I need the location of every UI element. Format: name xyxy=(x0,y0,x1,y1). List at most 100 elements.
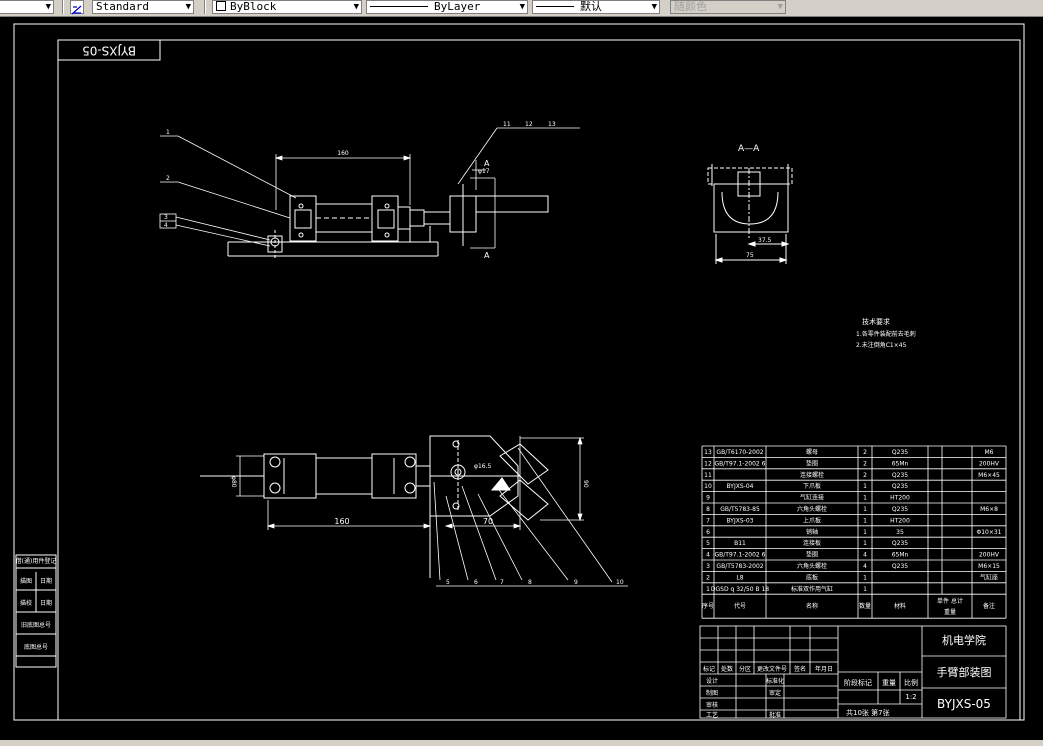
tb-label: 批准 xyxy=(769,711,781,719)
bom-cell: BYJXS-04 xyxy=(727,483,754,490)
bom-cell: 销轴 xyxy=(806,528,818,536)
bom-cell: 12 xyxy=(704,460,712,467)
bom-cell: M6 xyxy=(985,449,994,456)
dim-text-top-detail: φ17 xyxy=(478,168,490,175)
bom-cell: HT200 xyxy=(890,495,910,502)
bom-cell: 200HV xyxy=(979,552,1000,559)
tech-req-title: 技术要求 xyxy=(862,317,890,326)
bom-cell: 下爪板 xyxy=(803,482,821,490)
bom-cell: 1 xyxy=(706,586,710,593)
toolbar-separator xyxy=(204,0,206,14)
dimension-style-icon[interactable] xyxy=(70,0,84,15)
balloon-label: 4 xyxy=(164,222,168,229)
balloon-label: 1 xyxy=(166,129,170,136)
bom-cell: 气缸连接 xyxy=(800,494,824,502)
strip-label: 日期 xyxy=(40,599,52,607)
tb-label: 审核 xyxy=(706,701,718,709)
bom-cell: DGSD q 32/50 B 18 xyxy=(711,586,769,593)
section-mark-text: A xyxy=(484,251,490,260)
section-view-aa xyxy=(707,164,793,264)
bom-text: 13 GB/T6170-2002 螺母 2 Q235 M612 GB/T97.1-2002 … xyxy=(702,448,1002,616)
bom-cell: BYJXS-03 xyxy=(727,517,754,524)
tb-label: 分区 xyxy=(739,665,751,673)
balloon-label: 2 xyxy=(166,175,170,182)
tech-req-line: 1.各零件装配前去毛刺 xyxy=(856,330,916,338)
bom-cell: 1 xyxy=(863,517,867,524)
bom-cell: 65Mn xyxy=(892,460,909,467)
text-style-value: Standard xyxy=(96,0,149,13)
balloon-label: 6 xyxy=(474,579,478,586)
bom-cell: Q235 xyxy=(892,449,908,456)
tb-label: 标准化 xyxy=(766,677,784,685)
tb-label: 标记 xyxy=(703,665,715,673)
dim-text-top-len: 160 xyxy=(337,150,349,157)
balloon-label: 12 xyxy=(525,121,533,128)
drawing-name: 手臂部装图 xyxy=(937,665,992,679)
bom-cell: M6×15 xyxy=(978,563,1000,570)
top-view-assembly xyxy=(200,435,549,578)
bom-header: 数量 xyxy=(859,602,871,610)
drawing-code: BYJXS-05 xyxy=(937,697,991,711)
bom-cell: 4 xyxy=(863,552,867,559)
tb-label: 设计 xyxy=(706,677,718,685)
bom-cell: 3 xyxy=(706,563,710,570)
top-view-balloons: 5 6 7 8 9 10 xyxy=(446,579,624,586)
balloon-label: 11 xyxy=(503,121,511,128)
bom-cell: 垫圈 xyxy=(806,459,818,467)
bom-cell: 11 xyxy=(704,472,712,479)
bom-cell: 1 xyxy=(863,574,867,581)
bom-cell: 6 xyxy=(706,529,710,536)
dim-text-bot-len: 160 xyxy=(334,517,349,526)
plot-style-dropdown[interactable]: 随颜色 ▼ xyxy=(670,0,786,14)
bom-cell: GB/T97.1-2002 6 xyxy=(715,460,766,467)
bom-cell: GB/T5783-85 xyxy=(720,506,760,513)
dim-text-bot-r: 70 xyxy=(483,517,493,526)
bom-cell: M6×8 xyxy=(980,506,998,513)
balloon-label: 10 xyxy=(616,579,624,586)
school-name: 机电学院 xyxy=(942,633,986,647)
tb-label: 工艺 xyxy=(706,711,718,719)
balloon-label: 13 xyxy=(548,121,556,128)
text-style-dropdown[interactable]: Standard ▼ xyxy=(92,0,194,14)
bom-cell: 2 xyxy=(706,574,710,581)
lineweight-dropdown[interactable]: 默认 ▼ xyxy=(532,0,660,14)
bom-cell: 1 xyxy=(863,483,867,490)
bom-cell: 1 xyxy=(863,495,867,502)
chevron-down-icon: ▼ xyxy=(185,2,191,12)
bom-cell: 2 xyxy=(863,449,867,456)
bom-header: 材料 xyxy=(894,602,906,610)
linetype-value: ByLayer xyxy=(434,0,481,13)
scale-value: 1:2 xyxy=(905,693,916,701)
dim-text-sec-inner: 37.5 xyxy=(758,237,772,244)
strip-label: 日期 xyxy=(40,577,52,585)
tech-req-line: 2.未注倒角C1×45 xyxy=(856,341,907,349)
balloon-label: 8 xyxy=(528,579,532,586)
chevron-down-icon: ▼ xyxy=(353,2,359,12)
drawing-canvas[interactable]: BYJXS-05 借(通)用件登记 描图 日期 描校 日期 旧底图总号 底图总号 xyxy=(0,16,1043,740)
bom-cell: 8 xyxy=(706,506,710,513)
title-block-text: 机电学院 手臂部装图 BYJXS-05 阶段标记 重量 比例 1:2 共10张 … xyxy=(703,633,992,719)
layer-dropdown[interactable]: ▼ xyxy=(0,0,54,14)
tb-label: 处数 xyxy=(721,665,733,673)
bom-cell: 连接板 xyxy=(803,539,821,547)
color-dropdown[interactable]: ByBlock ▼ xyxy=(212,0,362,14)
bom-cell: Q235 xyxy=(892,563,908,570)
bom-header: 重量 xyxy=(944,608,956,616)
strip-label: 底图总号 xyxy=(24,643,48,651)
strip-label: 借(通)用件登记 xyxy=(16,557,57,565)
front-view-dimensions xyxy=(274,127,580,249)
color-swatch-icon xyxy=(216,1,226,11)
strip-label: 描图 xyxy=(20,577,32,585)
bom-cell: 2 xyxy=(863,472,867,479)
status-bar xyxy=(0,740,1043,746)
bom-cell: 200HV xyxy=(979,460,1000,467)
linetype-dropdown[interactable]: ByLayer ▼ xyxy=(366,0,528,14)
balloon-label: 3 xyxy=(164,214,168,221)
bom-cell: 10 xyxy=(704,483,712,490)
bom-cell: Φ10×31 xyxy=(976,529,1001,536)
bom-cell: GB/T6170-2002 xyxy=(716,449,763,456)
front-view-balloons: 1 2 3 4 11 12 13 xyxy=(164,121,556,229)
lineweight-preview-icon xyxy=(536,6,574,7)
bom-cell: 35 xyxy=(896,529,904,536)
section-label: A—A xyxy=(738,144,760,154)
